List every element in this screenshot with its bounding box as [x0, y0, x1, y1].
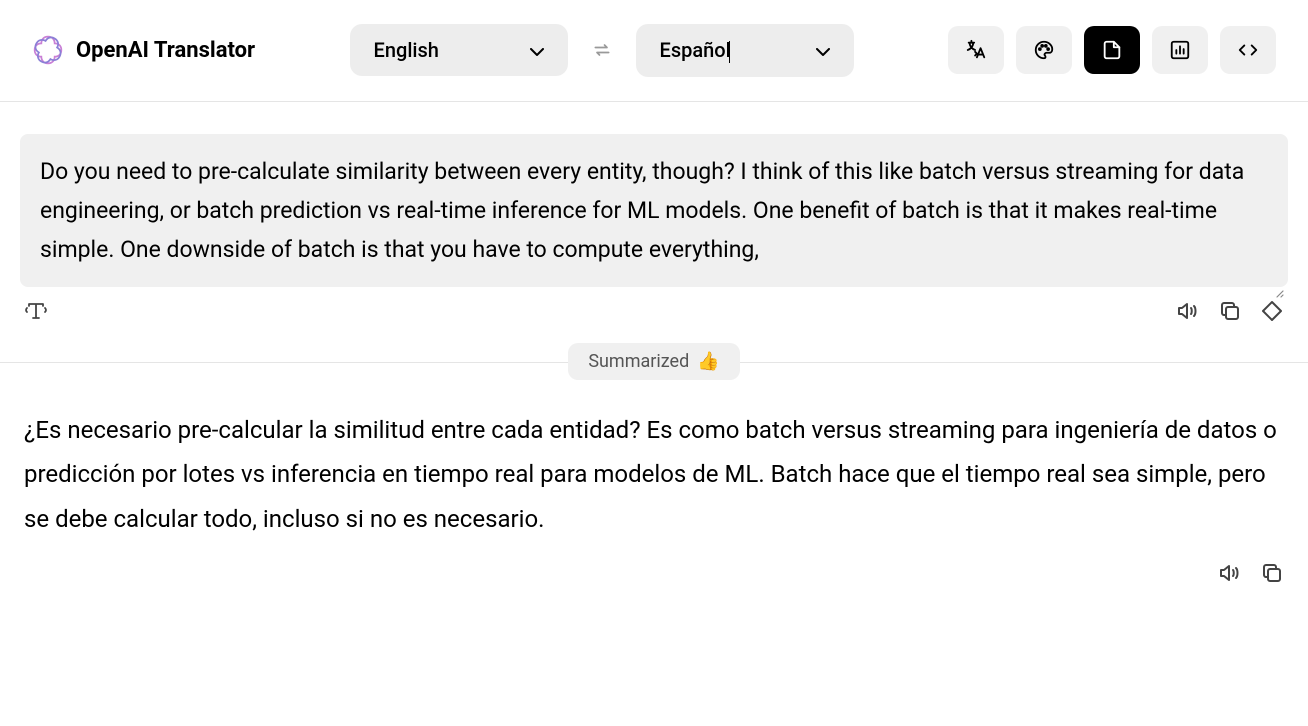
target-language-select[interactable]: Español — [636, 24, 854, 77]
thumbs-up-icon: 👍 — [697, 351, 719, 372]
divider-section: Summarized 👍 — [20, 343, 1288, 380]
copy-icon[interactable] — [1218, 299, 1242, 323]
language-selector-section: English Español — [350, 24, 854, 77]
erase-icon[interactable] — [1260, 299, 1284, 323]
target-language-label: Español — [660, 38, 731, 63]
app-title: OpenAI Translator — [76, 38, 255, 63]
swap-languages-icon[interactable] — [592, 40, 612, 60]
status-badge: Summarized 👍 — [568, 343, 739, 380]
chevron-down-icon — [816, 41, 830, 60]
toolbar — [948, 26, 1276, 74]
translate-mode-button[interactable] — [948, 26, 1004, 74]
speaker-icon[interactable] — [1218, 561, 1242, 585]
palette-button[interactable] — [1016, 26, 1072, 74]
text-format-icon[interactable] — [24, 299, 48, 323]
source-language-label: English — [374, 38, 439, 62]
badge-label: Summarized — [588, 351, 689, 372]
output-actions — [20, 541, 1288, 585]
input-actions — [20, 287, 1288, 335]
chart-mode-button[interactable] — [1152, 26, 1208, 74]
source-language-select[interactable]: English — [350, 24, 568, 76]
translated-text: ¿Es necesario pre-calcular la similitud … — [24, 408, 1284, 541]
source-text: Do you need to pre-calculate similarity … — [40, 158, 1244, 263]
content: Do you need to pre-calculate similarity … — [0, 102, 1308, 585]
source-text-input[interactable]: Do you need to pre-calculate similarity … — [20, 134, 1288, 287]
header: OpenAI Translator English Español — [0, 0, 1308, 102]
document-mode-button[interactable] — [1084, 26, 1140, 74]
resize-handle-icon[interactable] — [1272, 271, 1284, 283]
speaker-icon[interactable] — [1176, 299, 1200, 323]
chevron-down-icon — [530, 41, 544, 60]
code-mode-button[interactable] — [1220, 26, 1276, 74]
logo-section: OpenAI Translator — [32, 34, 255, 66]
output-section: ¿Es necesario pre-calcular la similitud … — [20, 380, 1288, 541]
openai-logo-icon — [32, 34, 64, 66]
copy-icon[interactable] — [1260, 561, 1284, 585]
